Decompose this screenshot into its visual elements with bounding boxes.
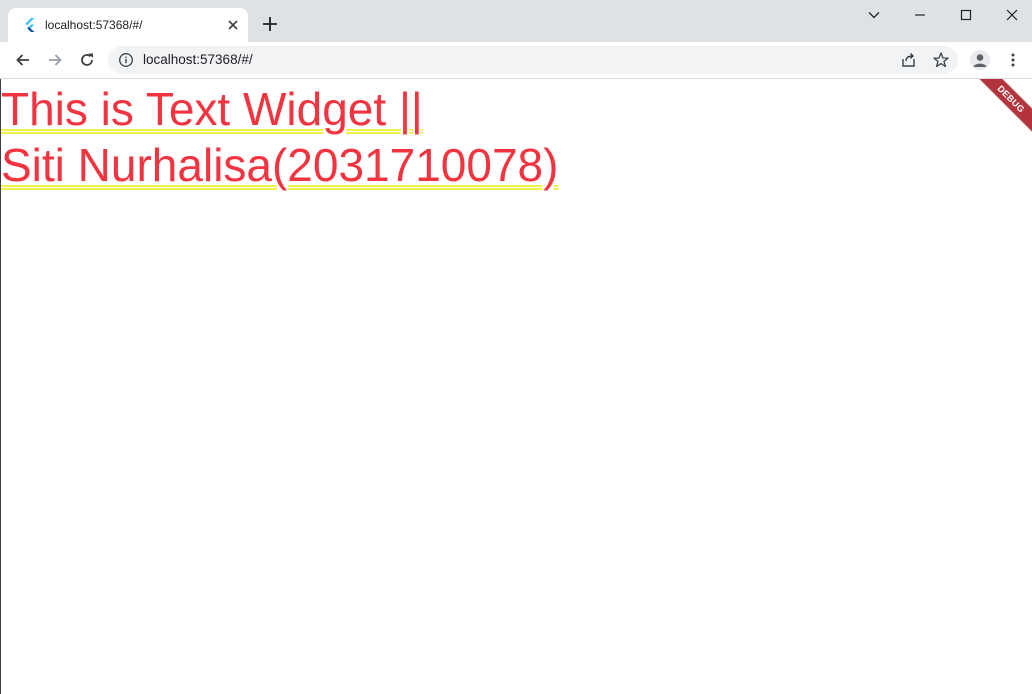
flutter-app-view: This is Text Widget || Siti Nurhalisa(20… <box>0 79 1032 694</box>
text-widget-line-1: This is Text Widget || <box>1 83 423 135</box>
star-icon[interactable] <box>932 51 950 69</box>
close-icon[interactable] <box>989 0 1032 30</box>
more-vert-icon[interactable] <box>999 46 1027 74</box>
flutter-icon <box>22 17 38 33</box>
forward-arrow-icon[interactable] <box>41 46 69 74</box>
plus-icon[interactable] <box>260 14 280 34</box>
browser-window: localhost:57368/#/ localhost:57368/#/ Th… <box>0 0 1032 694</box>
text-widget-column: This is Text Widget || Siti Nurhalisa(20… <box>1 81 558 193</box>
browser-toolbar: localhost:57368/#/ <box>0 42 1032 79</box>
tab-close-icon[interactable] <box>224 16 242 34</box>
browser-tab[interactable]: localhost:57368/#/ <box>8 8 248 42</box>
text-widget-line-2: Siti Nurhalisa(2031710078) <box>1 139 559 191</box>
tab-strip: localhost:57368/#/ <box>0 0 1032 42</box>
tab-title: localhost:57368/#/ <box>45 18 143 32</box>
address-bar[interactable]: localhost:57368/#/ <box>108 46 958 74</box>
back-arrow-icon[interactable] <box>9 46 37 74</box>
url-text[interactable]: localhost:57368/#/ <box>143 52 253 68</box>
debug-banner: DEBUG <box>966 79 1032 144</box>
info-icon[interactable] <box>118 52 134 68</box>
maximize-icon[interactable] <box>943 0 989 30</box>
profile-icon[interactable] <box>970 50 990 70</box>
minimize-icon[interactable] <box>897 0 943 30</box>
reload-icon[interactable] <box>73 46 101 74</box>
share-icon[interactable] <box>900 51 918 69</box>
chevron-down-icon[interactable] <box>851 0 897 30</box>
